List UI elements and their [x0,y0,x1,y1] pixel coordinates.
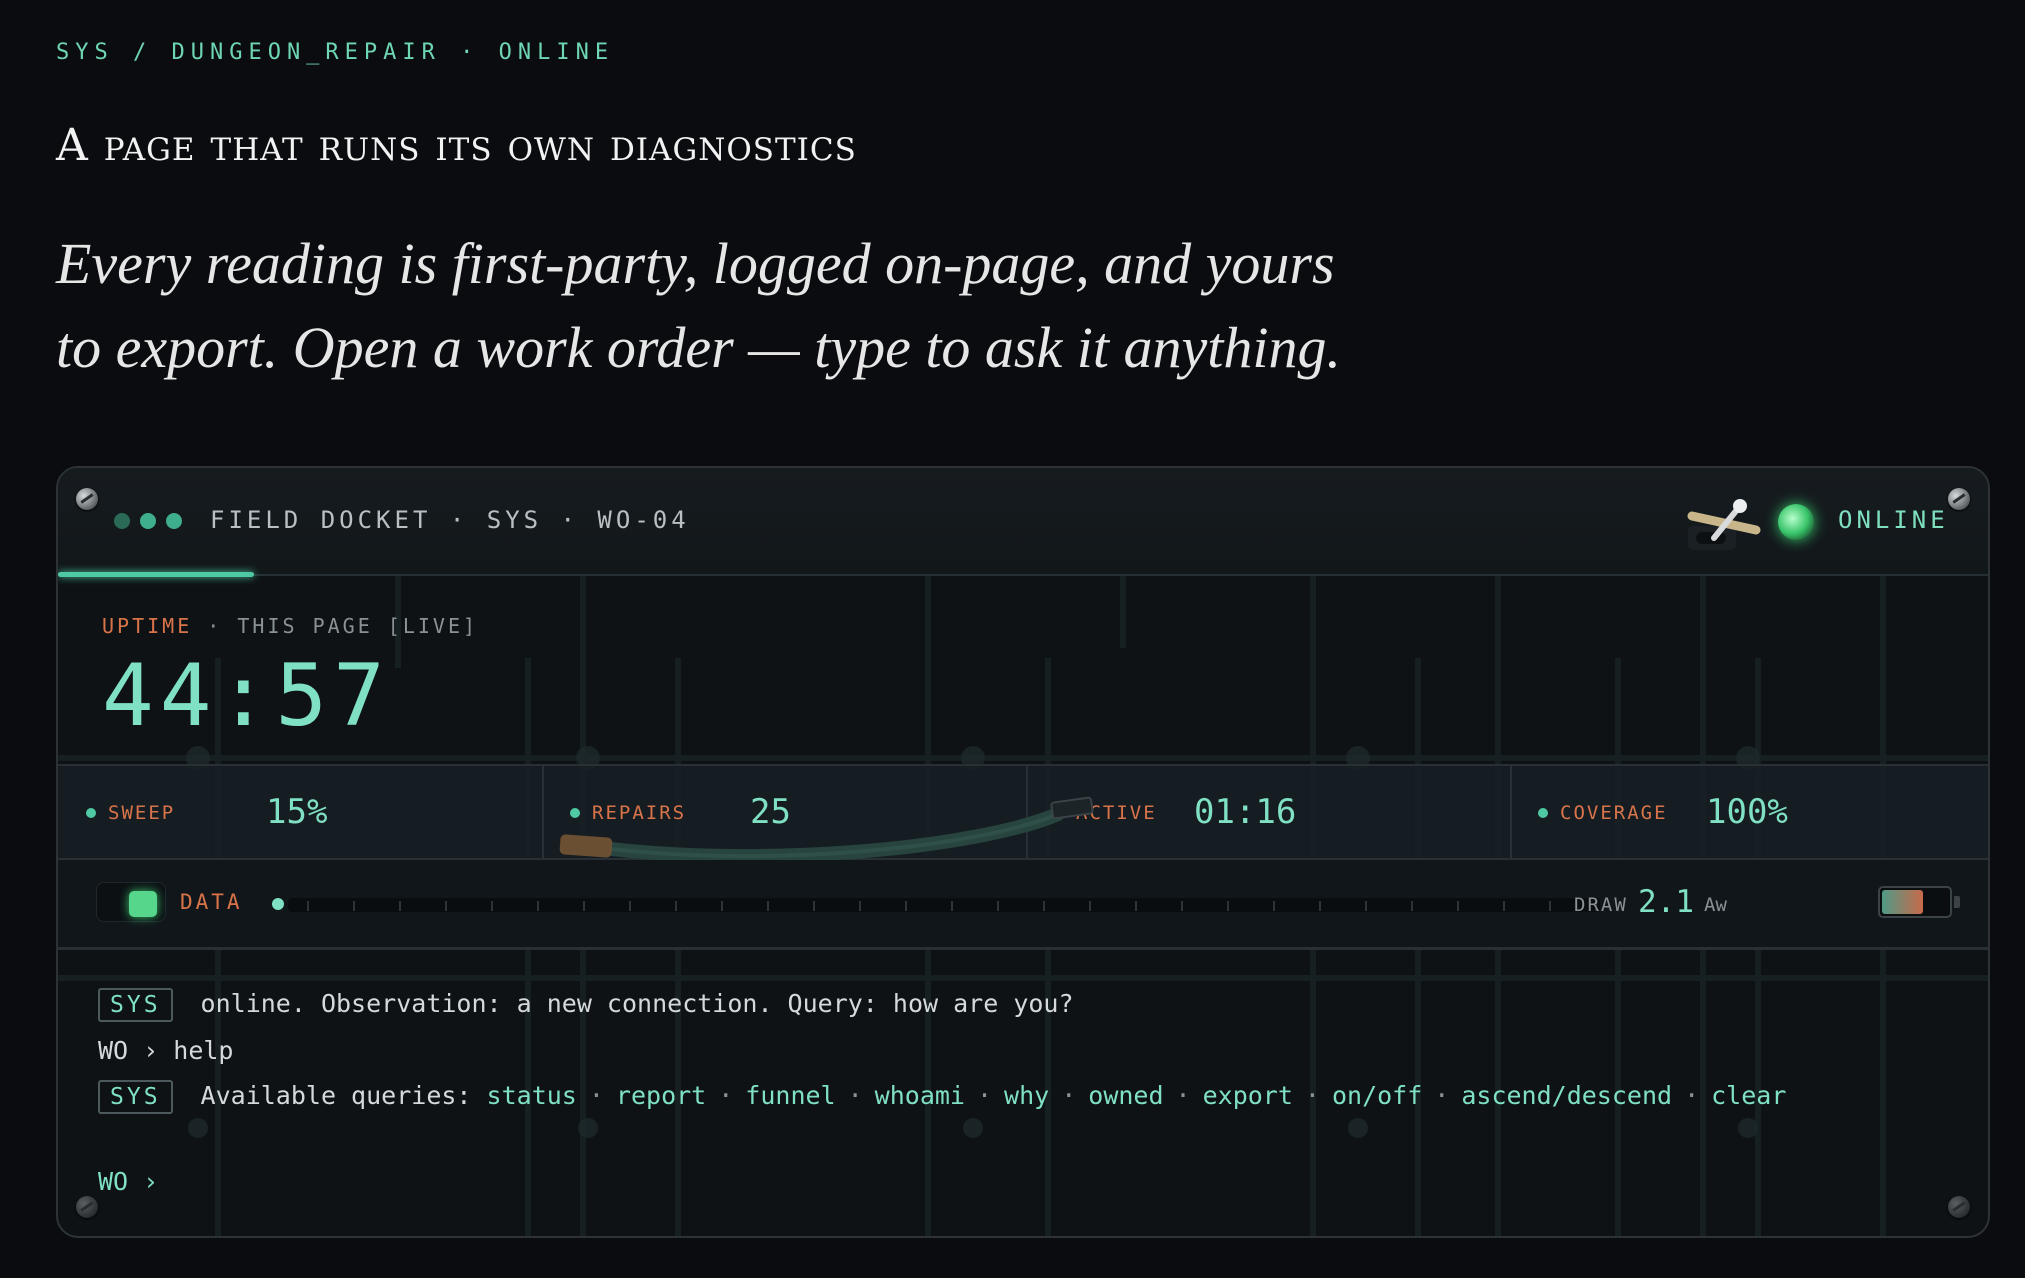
battery-tip [1954,896,1960,908]
query-list: status · report · funnel · whoami · why · owned · ex… [487,1081,1787,1110]
terminal-input[interactable] [173,1160,1773,1190]
data-track[interactable] [288,898,1600,912]
led-indicator-icon [1778,504,1814,540]
query-separator: · [718,1081,734,1110]
online-status: ONLINE [1838,506,1949,534]
terminal-line: SYS online. Observation: a new connection… [98,988,1074,1028]
status-dot-icon [86,808,96,818]
query-link-funnel[interactable]: funnel [745,1081,835,1110]
query-separator: · [1684,1081,1700,1110]
query-link-clear[interactable]: clear [1711,1081,1786,1110]
battery-icon [1878,886,1960,918]
header-progress-accent [58,572,254,577]
screw-icon [1948,488,1970,510]
terminal-line: WO › help [98,1036,234,1076]
stat-coverage: COVERAGE 100% [1510,766,1988,858]
eyebrow: SYS / DUNGEON_REPAIR · ONLINE [56,40,615,65]
query-link-report[interactable]: report [616,1081,706,1110]
status-dot-icon [1538,808,1548,818]
stat-value: 100% [1706,792,1788,832]
query-link-whoami[interactable]: whoami [875,1081,965,1110]
terminal-text: online. Observation: a new connection. Q… [200,989,1074,1018]
query-link-status[interactable]: status [487,1081,577,1110]
input-prompt: WO › [98,1167,159,1196]
query-separator: · [1061,1081,1077,1110]
stat-label: COVERAGE [1560,802,1668,824]
stat-value: 01:16 [1194,792,1297,832]
uptime-label: UPTIME · THIS PAGE [LIVE] [102,614,478,638]
terminal-line: SYS Available queries: status · report · funn… [98,1080,1786,1120]
window-dots [114,513,182,529]
data-label: DATA [180,890,243,914]
page-headline: A page that runs its own diagnostics [56,120,857,171]
toggle-switch-icon[interactable] [1678,494,1768,554]
screw-icon [76,488,98,510]
toggle-knob[interactable] [129,891,157,917]
track-ticks [307,901,1597,911]
query-separator: · [847,1081,863,1110]
query-link-owned[interactable]: owned [1088,1081,1163,1110]
cable-icon [559,796,1094,864]
field-docket-panel: FIELD DOCKET · SYS · WO-04 ONLINE UPTIME… [56,466,1990,1238]
query-separator: · [976,1081,993,1110]
uptime-value: 44:57 [102,646,391,746]
query-separator: · [1434,1081,1450,1110]
terminal-input-line[interactable]: WO › [98,1160,1773,1200]
data-toggle[interactable] [96,882,166,922]
uptime-sublabel: · THIS PAGE [LIVE] [207,614,479,638]
query-separator: · [1304,1081,1320,1110]
query-link-why[interactable]: why [1004,1081,1049,1110]
uptime-title: UPTIME [102,614,193,638]
status-dot-icon [140,513,156,529]
screw-icon [76,1196,98,1218]
page-lede: Every reading is first-party, logged on-… [56,231,1341,380]
terminal-text: Available queries: [200,1081,472,1110]
stat-value: 15% [266,792,328,832]
draw-unit: Aw [1704,894,1727,916]
stat-label: SWEEP [108,802,176,824]
draw-label: DRAW [1574,894,1628,916]
status-dot-icon [166,513,182,529]
data-bar: DATA DRAW 2.1 Aw [58,860,1988,950]
query-link-on-off[interactable]: on/off [1332,1081,1422,1110]
draw-value: 2.1 [1638,884,1694,920]
status-dot-icon [114,513,130,529]
query-separator: · [588,1081,604,1110]
query-link-export[interactable]: export [1203,1081,1293,1110]
query-separator: · [1175,1081,1191,1110]
terminal-prompt: WO › [98,1036,159,1065]
sys-tag: SYS [98,1080,173,1114]
screw-icon [1948,1196,1970,1218]
stat-sweep: SWEEP 15% [58,766,542,858]
battery-fill [1882,890,1923,914]
track-handle[interactable] [272,898,284,910]
query-link-ascend-descend[interactable]: ascend/descend [1461,1081,1672,1110]
docket-title: FIELD DOCKET · SYS · WO-04 [210,506,690,534]
terminal-text: help [173,1036,234,1065]
sys-tag: SYS [98,988,173,1022]
